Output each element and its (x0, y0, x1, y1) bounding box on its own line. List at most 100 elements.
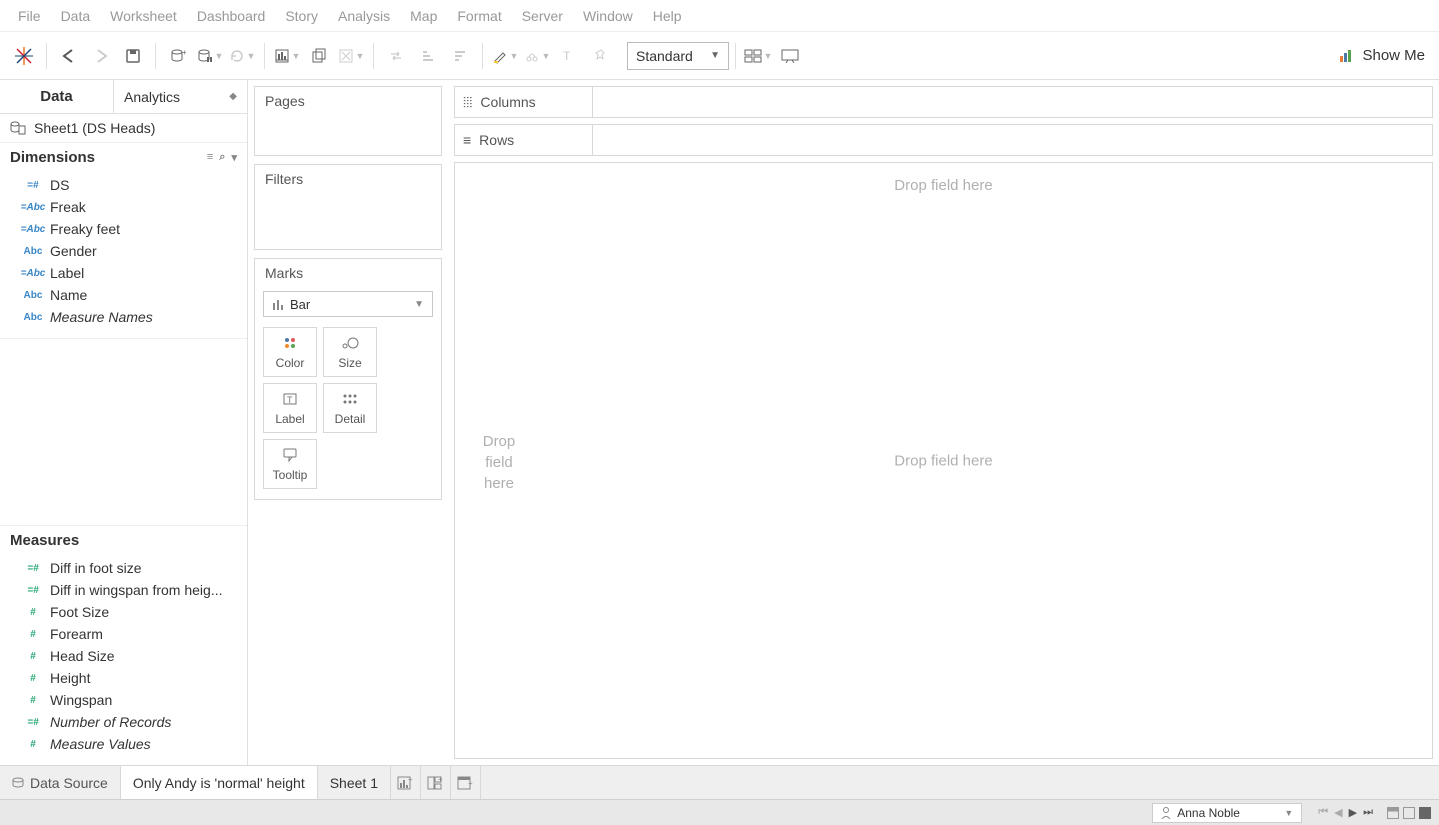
dimension-field[interactable]: =AbcFreaky feet (0, 218, 247, 240)
worksheet-canvas: ⦙⦙⦙Columns ≡Rows Drop field here Drop fi… (448, 80, 1439, 765)
menu-bar: File Data Worksheet Dashboard Story Anal… (0, 0, 1439, 32)
new-story-tab[interactable]: + (451, 766, 481, 799)
menu-dashboard[interactable]: Dashboard (187, 4, 276, 28)
measure-field[interactable]: #Foot Size (0, 601, 247, 623)
tableau-logo-icon[interactable] (8, 40, 40, 72)
show-me-button[interactable]: Show Me (1334, 47, 1431, 64)
show-labels-button[interactable]: T (553, 40, 585, 72)
datasource-tab[interactable]: Data Source (0, 766, 121, 799)
sheet-tabs: Data Source Only Andy is 'normal' height… (0, 765, 1439, 799)
pin-button[interactable] (585, 40, 617, 72)
svg-text:T: T (287, 395, 293, 405)
user-label: Anna Noble (1177, 806, 1240, 820)
measure-field[interactable]: #Wingspan (0, 689, 247, 711)
presentation-mode-button[interactable] (774, 40, 806, 72)
detail-icon (342, 390, 358, 408)
worksheet-tab-active[interactable]: Only Andy is 'normal' height (121, 766, 318, 799)
collapse-icon: ◆ (229, 91, 237, 102)
menu-format[interactable]: Format (447, 4, 511, 28)
chevron-down-icon: ▼ (710, 50, 720, 61)
drop-field-hint-left: Drop field here (469, 431, 529, 494)
marks-color-button[interactable]: Color (263, 327, 317, 377)
clear-sheet-button[interactable]: ▼ (335, 40, 367, 72)
sort-desc-button[interactable] (444, 40, 476, 72)
columns-icon: ⦙⦙⦙ (463, 94, 472, 111)
pages-card[interactable]: Pages (254, 86, 442, 156)
dimension-field[interactable]: =#DS (0, 174, 247, 196)
nav-prev-icon[interactable]: ◀ (1334, 806, 1342, 819)
measure-field[interactable]: =#Number of Records (0, 711, 247, 733)
menu-help[interactable]: Help (643, 4, 692, 28)
sheet-nav: ⏮ ◀ ▶ ⏭ (1318, 806, 1373, 819)
menu-data[interactable]: Data (51, 4, 101, 28)
datasource-item[interactable]: Sheet1 (DS Heads) (0, 114, 247, 142)
fields-menu-icon[interactable]: ▾ (231, 151, 237, 164)
dimension-field[interactable]: =AbcFreak (0, 196, 247, 218)
search-fields-icon[interactable]: ⌕ (219, 151, 225, 164)
measure-field[interactable]: #Measure Values (0, 733, 247, 755)
view-sheet-icon[interactable] (1419, 807, 1431, 819)
back-button[interactable] (53, 40, 85, 72)
new-worksheet-button[interactable]: ▼ (271, 40, 303, 72)
filters-card-title: Filters (255, 165, 441, 193)
forward-button[interactable] (85, 40, 117, 72)
marks-size-button[interactable]: Size (323, 327, 377, 377)
dimension-field[interactable]: =AbcLabel (0, 262, 247, 284)
show-cards-button[interactable]: ▼ (742, 40, 774, 72)
fit-dropdown[interactable]: Standard ▼ (627, 42, 729, 70)
rows-shelf[interactable]: ≡Rows (454, 124, 1433, 156)
marks-label-button[interactable]: T Label (263, 383, 317, 433)
marks-tooltip-button[interactable]: Tooltip (263, 439, 317, 489)
sort-asc-button[interactable] (412, 40, 444, 72)
measures-header: Measures (0, 525, 247, 555)
menu-map[interactable]: Map (400, 4, 447, 28)
measure-field[interactable]: #Forearm (0, 623, 247, 645)
new-worksheet-tab[interactable]: + (391, 766, 421, 799)
show-me-label: Show Me (1362, 47, 1425, 64)
measure-field[interactable]: =#Diff in foot size (0, 557, 247, 579)
dimension-field[interactable]: AbcGender (0, 240, 247, 262)
highlight-button[interactable]: ▼ (489, 40, 521, 72)
duplicate-sheet-button[interactable] (303, 40, 335, 72)
nav-last-icon[interactable]: ⏭ (1363, 806, 1373, 819)
columns-shelf[interactable]: ⦙⦙⦙Columns (454, 86, 1433, 118)
new-dashboard-tab[interactable]: + (421, 766, 451, 799)
menu-worksheet[interactable]: Worksheet (100, 4, 187, 28)
dimension-field[interactable]: AbcMeasure Names (0, 306, 247, 328)
nav-next-icon[interactable]: ▶ (1349, 806, 1357, 819)
measure-field[interactable]: =#Diff in wingspan from heig... (0, 579, 247, 601)
chevron-down-icon: ▼ (414, 299, 424, 310)
mark-type-dropdown[interactable]: Bar ▼ (263, 291, 433, 317)
filters-card[interactable]: Filters (254, 164, 442, 250)
datasource-icon (10, 121, 26, 135)
refresh-button[interactable]: ▼ (226, 40, 258, 72)
svg-text:+: + (438, 776, 443, 784)
svg-text:+: + (182, 48, 186, 57)
sidebar-tab-analytics[interactable]: Analytics ◆ (113, 80, 247, 113)
new-datasource-button[interactable]: + (162, 40, 194, 72)
toolbar: + ▼ ▼ ▼ ▼ ▼ ▼ T Standard ▼ ▼ Show Me (0, 32, 1439, 80)
save-button[interactable] (117, 40, 149, 72)
marks-detail-button[interactable]: Detail (323, 383, 377, 433)
svg-text:T: T (563, 49, 571, 63)
view-list-icon[interactable]: ≡ (207, 151, 213, 164)
view-tabs-icon[interactable] (1387, 807, 1399, 819)
measure-field[interactable]: #Height (0, 667, 247, 689)
user-dropdown[interactable]: Anna Noble ▼ (1152, 803, 1302, 823)
menu-file[interactable]: File (8, 4, 51, 28)
menu-analysis[interactable]: Analysis (328, 4, 400, 28)
dimension-field[interactable]: AbcName (0, 284, 247, 306)
menu-window[interactable]: Window (573, 4, 643, 28)
worksheet-tab[interactable]: Sheet 1 (318, 766, 391, 799)
swap-button[interactable] (380, 40, 412, 72)
measure-field[interactable]: #Head Size (0, 645, 247, 667)
group-button[interactable]: ▼ (521, 40, 553, 72)
sidebar-tab-data[interactable]: Data (0, 80, 113, 113)
pages-card-title: Pages (255, 87, 441, 115)
view-filmstrip-icon[interactable] (1403, 807, 1415, 819)
menu-story[interactable]: Story (275, 4, 328, 28)
pause-autoupdates-button[interactable]: ▼ (194, 40, 226, 72)
viz-drop-area[interactable]: Drop field here Drop field here Drop fie… (454, 162, 1433, 759)
nav-first-icon[interactable]: ⏮ (1318, 806, 1328, 819)
menu-server[interactable]: Server (512, 4, 573, 28)
